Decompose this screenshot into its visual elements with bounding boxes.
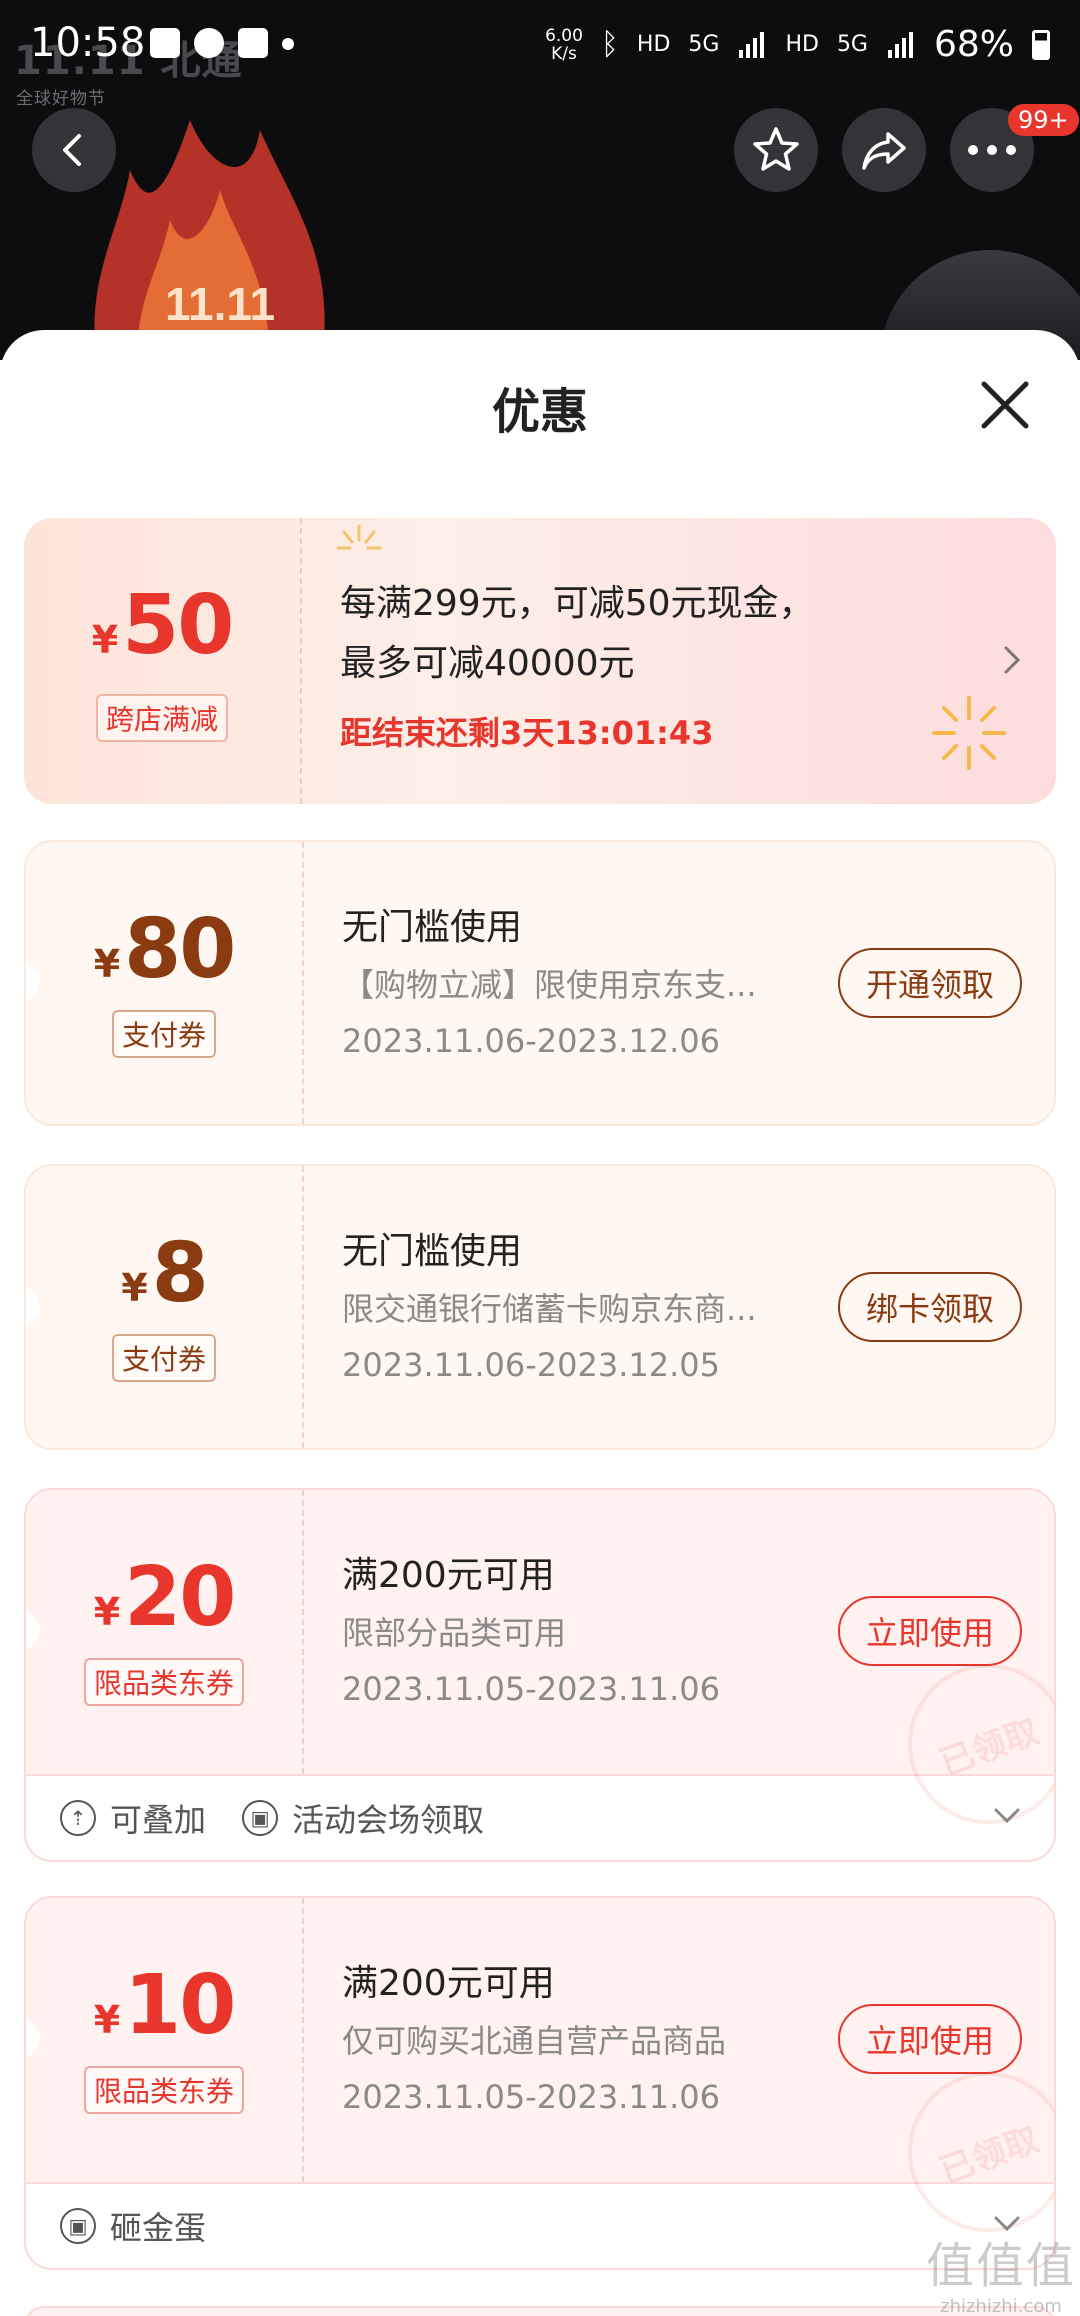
chevron-down-icon[interactable] xyxy=(992,1806,1022,1826)
star-icon xyxy=(753,127,799,171)
jd-category-coupon-card-10[interactable]: ¥10 限品类东券 满200元可用 仅可购买北通自营产品商品 2023.11.0… xyxy=(24,1896,1056,2270)
coupon-type-tag: 限品类东券 xyxy=(83,2066,245,2114)
source-label: 活动会场领取 xyxy=(292,1801,485,1839)
coupon-validity: 2023.11.05-2023.11.06 xyxy=(342,2078,720,2116)
coupon-title: 满200元可用 xyxy=(342,1555,555,1596)
sheet-title: 优惠 xyxy=(491,384,588,440)
coupon-footer[interactable]: ⇡ 可叠加 ▣ 活动会场领取 xyxy=(26,1776,1054,1860)
stackable-label: 可叠加 xyxy=(110,1801,207,1839)
card-amount-block: ¥10 限品类东券 xyxy=(26,1898,302,2182)
coupon-title: 无门槛使用 xyxy=(342,907,523,948)
coupon-type-tag: 跨店满减 xyxy=(95,694,229,742)
coupon-amount: ¥10 xyxy=(93,1958,237,2053)
back-button[interactable] xyxy=(32,108,116,192)
pay-coupon-card-8[interactable]: ¥8 支付券 无门槛使用 限交通银行储蓄卡购京东商... 2023.11.06-… xyxy=(24,1164,1056,1450)
coupon-type-tag: 限品类东券 xyxy=(83,1658,245,1706)
status-bar: 10:58 6.00 K/s ᛒ HD 5G HD 5G 68% xyxy=(0,0,1080,100)
card-amount-block: ¥80 支付券 xyxy=(26,842,302,1124)
card-amount-block: ¥8 支付券 xyxy=(26,1166,302,1448)
card-top: ¥10 限品类东券 满200元可用 仅可购买北通自营产品商品 2023.11.0… xyxy=(26,1898,1054,2255)
coupon-amount: ¥20 xyxy=(93,1550,237,1645)
activate-claim-button[interactable]: 开通领取 xyxy=(838,948,1022,1018)
coupon-description: 仅可购买北通自营产品商品 xyxy=(342,2022,727,2060)
network-5g-2: 5G xyxy=(836,32,868,57)
firework-icon xyxy=(932,696,1006,770)
discount-rule-line1: 每满299元，可减50元现金， xyxy=(340,583,815,624)
battery-icon xyxy=(1032,29,1050,60)
notification-icons xyxy=(150,28,294,58)
message-count-badge: 99+ xyxy=(1008,104,1079,136)
coupon-validity: 2023.11.05-2023.11.06 xyxy=(342,1670,720,1708)
jd-category-coupon-card-20[interactable]: ¥20 限品类东券 满200元可用 限部分品类可用 2023.11.05-202… xyxy=(24,1488,1056,1862)
source-label: 砸金蛋 xyxy=(110,2209,207,2247)
discount-rule-line2: 最多可减40000元 xyxy=(340,643,635,684)
use-now-button[interactable]: 立即使用 xyxy=(838,1596,1022,1666)
coupon-title: 满200元可用 xyxy=(342,1963,555,2004)
signal-icon xyxy=(739,31,765,58)
coupon-type-tag: 支付券 xyxy=(111,1010,217,1058)
coupon-description: 【购物立减】限使用京东支... xyxy=(342,966,757,1004)
hd-label-1: HD xyxy=(636,32,671,57)
net-speed: 6.00 K/s xyxy=(545,25,583,64)
signal-icon-2 xyxy=(887,31,913,58)
bind-card-claim-button[interactable]: 绑卡领取 xyxy=(838,1272,1022,1342)
share-button[interactable] xyxy=(842,108,926,192)
coupon-validity: 2023.11.06-2023.12.05 xyxy=(342,1346,720,1384)
card-divider xyxy=(300,518,302,804)
ticket-icon: ▣ xyxy=(60,2208,96,2244)
chevron-left-icon xyxy=(63,134,81,166)
card-divider xyxy=(302,1166,304,1448)
card-top: ¥20 限品类东券 满200元可用 限部分品类可用 2023.11.05-202… xyxy=(26,1490,1054,1847)
card-amount-block: ¥20 限品类东券 xyxy=(26,1490,302,1774)
coupon-amount: ¥80 xyxy=(93,902,237,997)
coupon-sheet: 优惠 ¥50 跨店满减 每满299元，可减50元现金， 最多可减40000元 距… xyxy=(0,330,1080,2316)
card-divider xyxy=(302,842,304,1124)
coupon-amount: ¥50 xyxy=(91,578,235,673)
coupon-title: 无门槛使用 xyxy=(342,1231,523,1272)
coupon-amount: ¥8 xyxy=(121,1226,209,1321)
card-divider xyxy=(302,1490,304,1774)
next-coupon-card-peek[interactable] xyxy=(24,2306,1056,2316)
coupon-description: 限部分品类可用 xyxy=(342,1614,567,1652)
site-watermark: 值值值 zhizhizhi.com xyxy=(926,2238,1077,2316)
card-amount-block: ¥50 跨店满减 xyxy=(24,518,300,804)
bluetooth-icon: ᛒ xyxy=(600,27,619,62)
hd-label-2: HD xyxy=(785,32,819,57)
card-divider xyxy=(302,1898,304,2182)
coupon-footer[interactable]: ▣ 砸金蛋 xyxy=(26,2184,1054,2268)
coupon-type-tag: 支付券 xyxy=(111,1334,217,1382)
more-dots-icon xyxy=(968,145,1016,155)
coupon-description: 限交通银行储蓄卡购京东商... xyxy=(342,1290,757,1328)
pay-coupon-card-80[interactable]: ¥80 支付券 无门槛使用 【购物立减】限使用京东支... 2023.11.06… xyxy=(24,840,1056,1126)
coupon-validity: 2023.11.06-2023.12.06 xyxy=(342,1022,720,1060)
use-now-button[interactable]: 立即使用 xyxy=(838,2004,1022,2074)
chevron-right-icon[interactable] xyxy=(1000,640,1024,680)
close-icon[interactable] xyxy=(970,370,1040,440)
gallery-icon xyxy=(150,28,180,58)
notification-dot-icon xyxy=(282,38,294,50)
status-time: 10:58 xyxy=(30,20,146,66)
network-5g-1: 5G xyxy=(688,32,720,57)
stackable-icon: ⇡ xyxy=(60,1800,96,1836)
svg-text:11.11: 11.11 xyxy=(165,278,275,330)
status-right: 6.00 K/s ᛒ HD 5G HD 5G 68% xyxy=(545,24,1050,65)
sparkle-icon xyxy=(336,524,382,550)
countdown-timer: 距结束还剩3天13:01:43 xyxy=(340,714,714,752)
favorite-button[interactable] xyxy=(734,108,818,192)
ticket-icon: ▣ xyxy=(242,1800,279,1836)
wechat-icon xyxy=(194,28,224,58)
check-app-icon xyxy=(238,28,268,58)
cross-store-discount-card[interactable]: ¥50 跨店满减 每满299元，可减50元现金， 最多可减40000元 距结束还… xyxy=(24,518,1056,804)
share-arrow-icon xyxy=(862,132,906,170)
battery-percent: 68% xyxy=(933,24,1014,65)
